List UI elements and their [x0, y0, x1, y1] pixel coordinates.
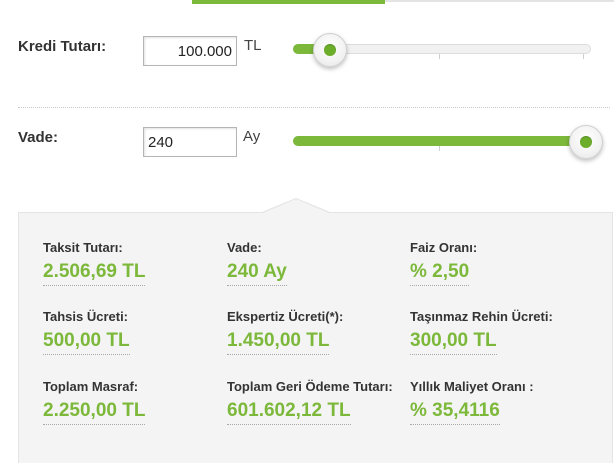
- result-label: Vade:: [227, 240, 262, 255]
- slider-fill: [293, 136, 589, 146]
- result-label: Toplam Masraf:: [43, 379, 139, 394]
- result-value: % 35,4116: [410, 400, 500, 425]
- panel-pointer: [263, 199, 329, 213]
- result-interest-rate: Faiz Oranı: % 2,50: [410, 240, 477, 286]
- result-label: Toplam Geri Ödeme Tutarı:: [227, 379, 393, 394]
- result-label: Yıllık Maliyet Oranı :: [410, 379, 534, 394]
- result-value: 300,00 TL: [410, 330, 497, 355]
- term-slider[interactable]: [293, 125, 603, 159]
- result-appraisal-fee: Ekspertiz Ücreti(*): 1.450,00 TL: [227, 309, 343, 355]
- result-value: % 2,50: [410, 261, 470, 286]
- result-value: 2.506,69 TL: [43, 261, 146, 286]
- result-label: Tahsis Ücreti:: [43, 309, 129, 324]
- slider-tick: [583, 54, 584, 59]
- term-label: Vade:: [18, 129, 59, 146]
- result-value: 1.450,00 TL: [227, 330, 330, 355]
- result-mortgage-fee: Taşınmaz Rehin Ücreti: 300,00 TL: [410, 309, 553, 355]
- result-value: 601.602,12 TL: [227, 400, 351, 425]
- result-value: 500,00 TL: [43, 330, 130, 355]
- tab-bar: [192, 0, 614, 4]
- result-term: Vade: 240 Ay: [227, 240, 287, 286]
- loan-amount-field: [143, 36, 237, 66]
- term-unit: Ay: [243, 128, 261, 145]
- loan-amount-slider[interactable]: [293, 33, 591, 67]
- slider-knob-icon[interactable]: [569, 125, 603, 159]
- result-label: Taksit Tutarı:: [43, 240, 123, 255]
- result-label: Faiz Oranı:: [410, 240, 478, 255]
- loan-amount-label: Kredi Tutarı:: [18, 38, 107, 55]
- row-separator: [18, 107, 610, 108]
- term-field: [143, 127, 237, 157]
- loan-amount-unit: TL: [244, 37, 262, 54]
- result-label: Ekspertiz Ücreti(*):: [227, 309, 344, 324]
- term-input[interactable]: [144, 128, 236, 156]
- result-label: Taşınmaz Rehin Ücreti:: [410, 309, 553, 324]
- slider-tick: [439, 54, 440, 59]
- result-annual-cost-rate: Yıllık Maliyet Oranı : % 35,4116: [410, 379, 534, 425]
- slider-knob-icon[interactable]: [313, 33, 347, 67]
- loan-amount-input[interactable]: [144, 37, 236, 65]
- result-installment: Taksit Tutarı: 2.506,69 TL: [43, 240, 146, 286]
- knob-dot: [580, 136, 592, 148]
- tab-inactive-indicator[interactable]: [385, 0, 614, 2]
- result-total-expense: Toplam Masraf: 2.250,00 TL: [43, 379, 146, 425]
- result-allocation-fee: Tahsis Ücreti: 500,00 TL: [43, 309, 130, 355]
- result-value: 240 Ay: [227, 261, 287, 286]
- knob-dot: [324, 44, 336, 56]
- slider-tick: [439, 146, 440, 151]
- tab-active-indicator[interactable]: [192, 0, 385, 4]
- result-total-repayment: Toplam Geri Ödeme Tutarı: 601.602,12 TL: [227, 379, 393, 425]
- result-value: 2.250,00 TL: [43, 400, 146, 425]
